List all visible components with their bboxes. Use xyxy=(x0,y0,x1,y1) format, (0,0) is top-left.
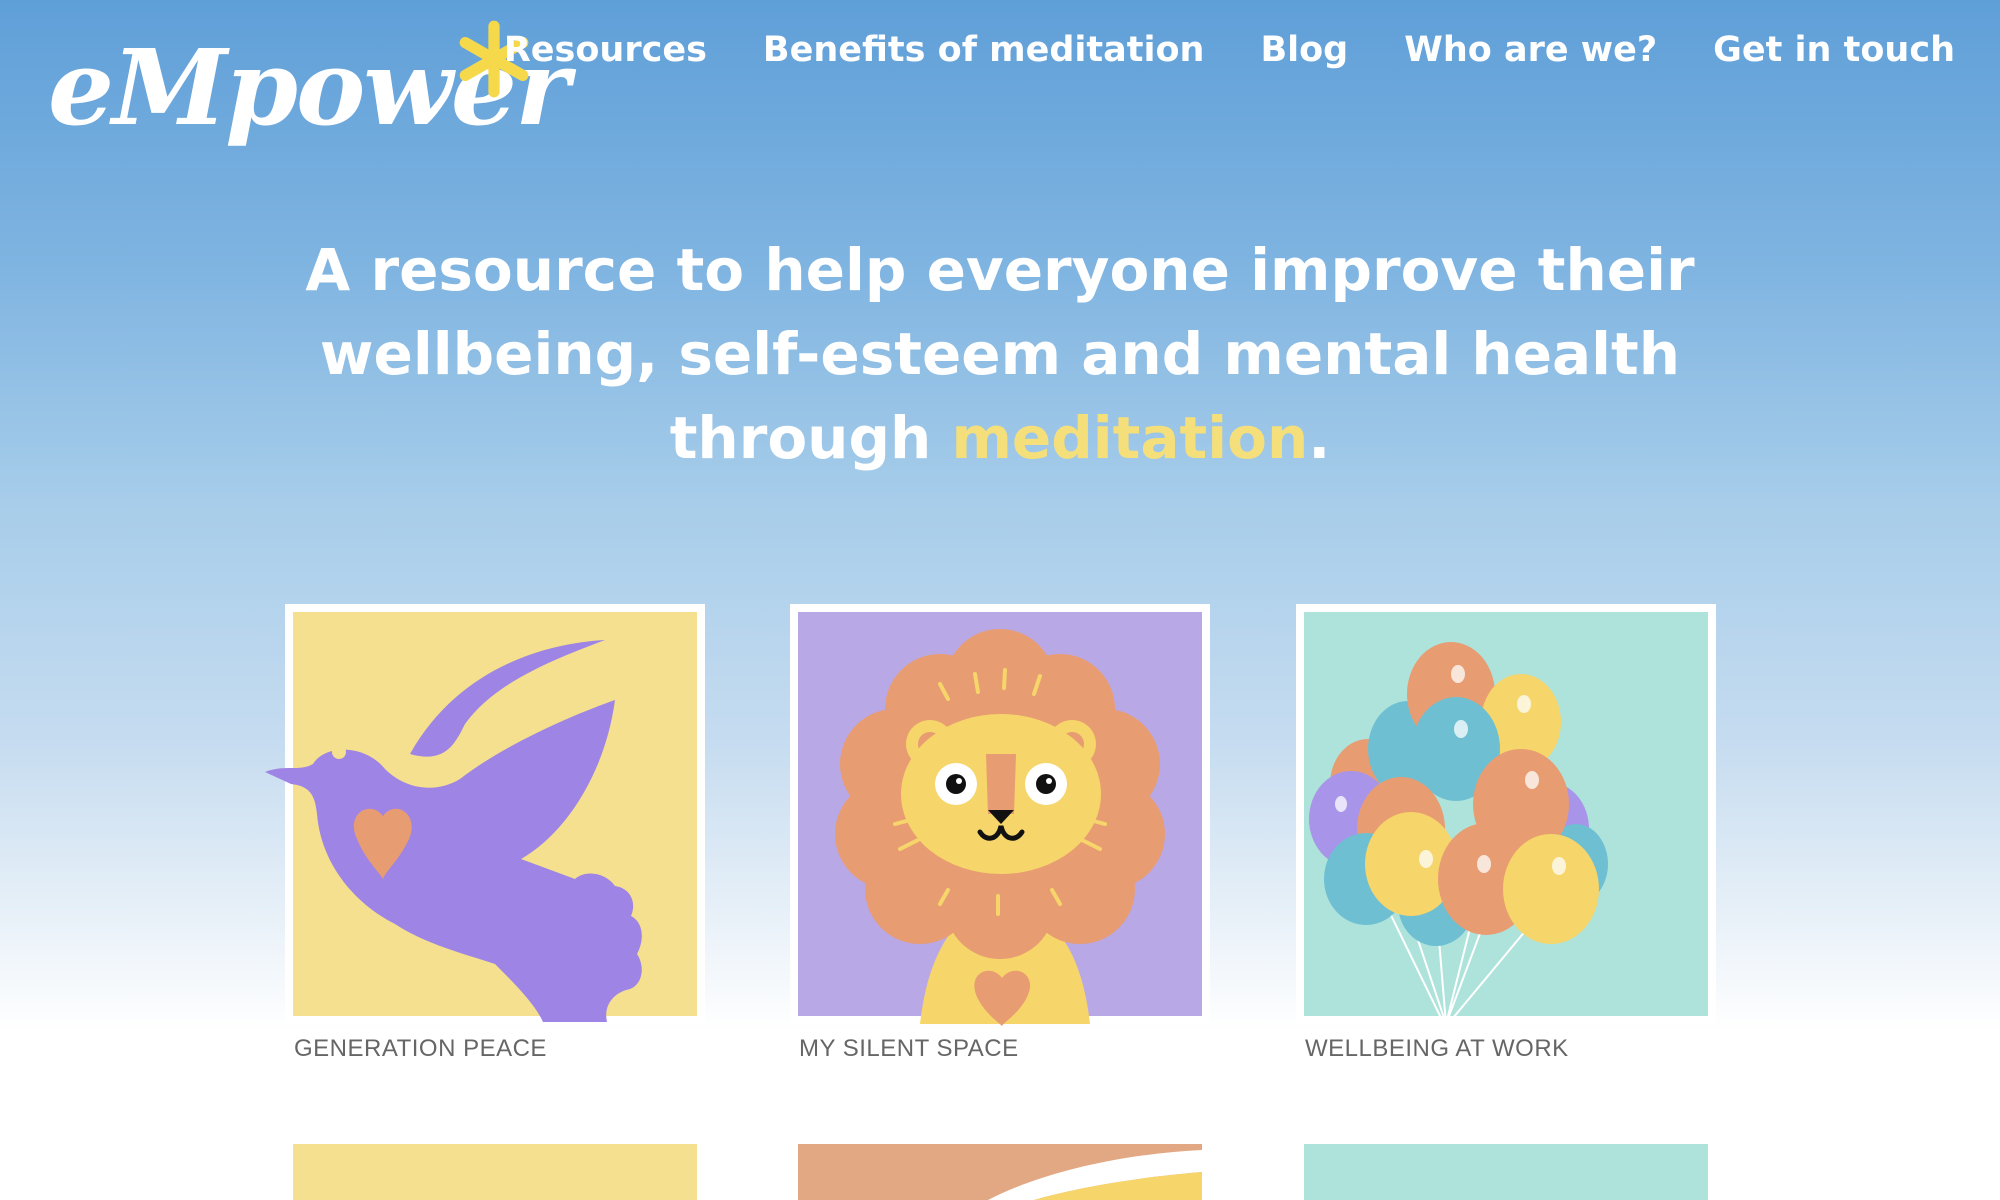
resource-card-wellbeing-at-work[interactable]: WELLBEING AT WORK xyxy=(1296,604,1716,1066)
nav-blog[interactable]: Blog xyxy=(1260,26,1348,74)
card-image-frame[interactable] xyxy=(790,604,1210,1026)
card-caption[interactable]: GENERATION PEACE xyxy=(285,1032,705,1066)
rainbow-illustration xyxy=(988,1150,1202,1200)
card-image-frame[interactable] xyxy=(1296,604,1716,1025)
nav-resources[interactable]: Resources xyxy=(504,26,707,74)
hero-line-1: A resource to help everyone improve thei… xyxy=(305,236,1695,304)
balloons-illustration xyxy=(1309,642,1608,1025)
card-caption[interactable]: WELLBEING AT WORK xyxy=(1296,1032,1716,1066)
card-caption[interactable]: MY SILENT SPACE xyxy=(790,1032,1210,1066)
resource-card-my-silent-space[interactable]: MY SILENT SPACE xyxy=(790,604,1210,1066)
nav-get-in-touch[interactable]: Get in touch xyxy=(1713,26,1955,74)
main-nav: Resources Benefits of meditation Blog Wh… xyxy=(504,26,1955,74)
card-image-frame[interactable] xyxy=(265,604,705,1024)
resource-card-thumbnail-partial[interactable] xyxy=(798,1144,1202,1200)
nav-who-are-we[interactable]: Who are we? xyxy=(1404,26,1657,74)
dove-with-heart-illustration xyxy=(265,640,642,1022)
site-header: eMpower Resources Benefits of meditation… xyxy=(0,0,2000,170)
lion-with-heart-illustration xyxy=(835,629,1165,1026)
hero-accent-word: meditation xyxy=(951,404,1309,472)
nav-benefits-of-meditation[interactable]: Benefits of meditation xyxy=(763,26,1205,74)
resource-card-generation-peace[interactable]: GENERATION PEACE xyxy=(265,604,705,1066)
hero-line-3-prefix: through xyxy=(669,404,952,472)
site-logo[interactable]: eMpower xyxy=(48,18,570,168)
hero-line-2: wellbeing, self-esteem and mental health xyxy=(319,320,1681,388)
resource-card-thumbnail-partial[interactable] xyxy=(1304,1144,1708,1200)
hero-heading: A resource to help everyone improve thei… xyxy=(300,228,1700,480)
hero-line-3-suffix: . xyxy=(1308,404,1331,472)
resource-card-thumbnail-partial[interactable] xyxy=(293,1144,697,1200)
